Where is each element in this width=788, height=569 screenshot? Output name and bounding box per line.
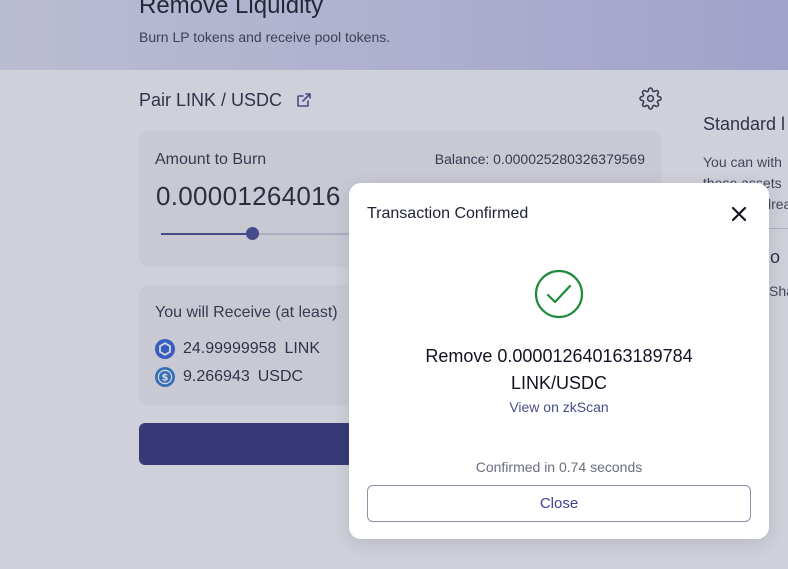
- view-on-zkscan-link[interactable]: View on zkScan: [369, 399, 749, 415]
- modal-title: Transaction Confirmed: [367, 205, 529, 222]
- success-check-icon: [534, 269, 584, 319]
- transaction-summary: Remove 0.000012640163189784 LINK/USDC: [369, 343, 749, 397]
- transaction-confirmed-modal: Transaction Confirmed Remove 0.000012640…: [349, 183, 769, 539]
- summary-line: LINK/USDC: [510, 373, 608, 393]
- close-button[interactable]: Close: [367, 485, 751, 522]
- summary-line: Remove 0.000012640163189784: [425, 346, 693, 366]
- confirmation-status: Confirmed in 0.74 seconds: [475, 459, 643, 475]
- close-icon[interactable]: [729, 204, 749, 224]
